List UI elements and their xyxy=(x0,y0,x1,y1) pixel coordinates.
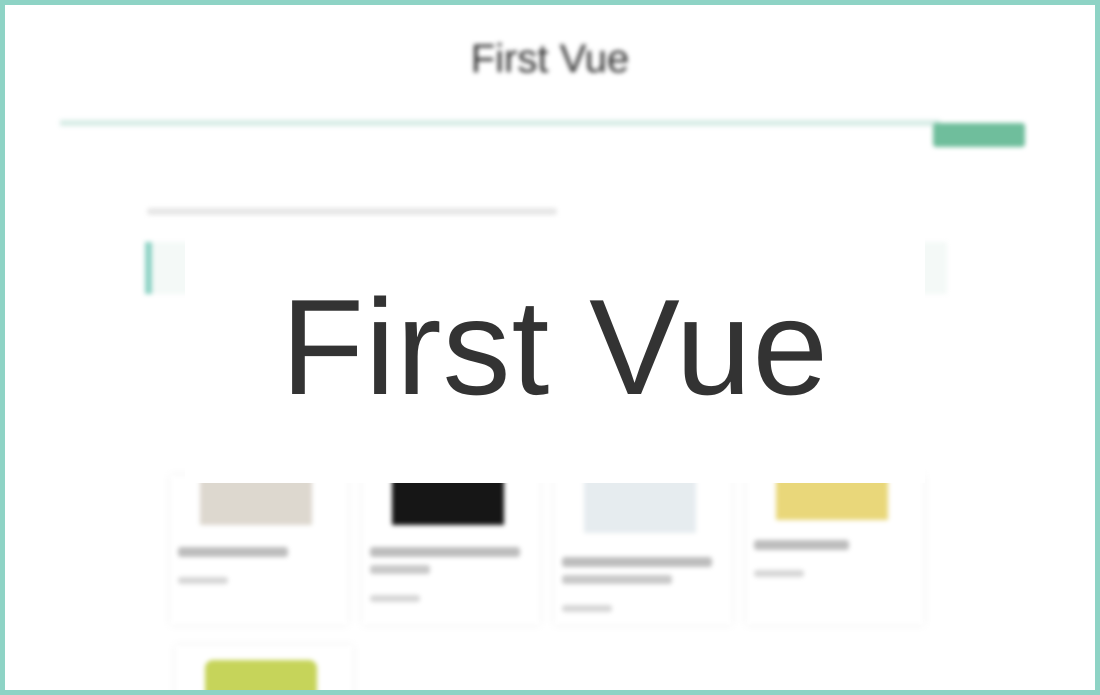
article-title xyxy=(370,547,520,557)
article-title xyxy=(178,547,288,557)
article-card[interactable] xyxy=(554,475,732,625)
overlay-title: First Vue xyxy=(280,270,830,423)
article-meta xyxy=(178,577,228,584)
section-description xyxy=(147,208,557,215)
article-card[interactable] xyxy=(746,475,924,625)
article-meta xyxy=(370,565,430,574)
article-title xyxy=(562,557,712,567)
article-meta xyxy=(562,575,672,584)
article-card[interactable] xyxy=(362,475,540,625)
article-thumbnail xyxy=(205,660,317,690)
thumbnail-frame: First Vue First Vue xyxy=(0,0,1100,695)
article-meta xyxy=(562,605,612,612)
page-title: First Vue xyxy=(470,37,630,81)
article-title xyxy=(754,540,849,550)
header-divider xyxy=(60,120,940,126)
article-card[interactable] xyxy=(175,645,353,690)
article-meta xyxy=(754,570,804,577)
article-card[interactable] xyxy=(170,475,348,625)
article-meta xyxy=(370,595,420,602)
title-overlay: First Vue xyxy=(185,228,925,483)
article-thumbnail xyxy=(584,475,696,533)
header-action-button[interactable] xyxy=(933,123,1025,147)
